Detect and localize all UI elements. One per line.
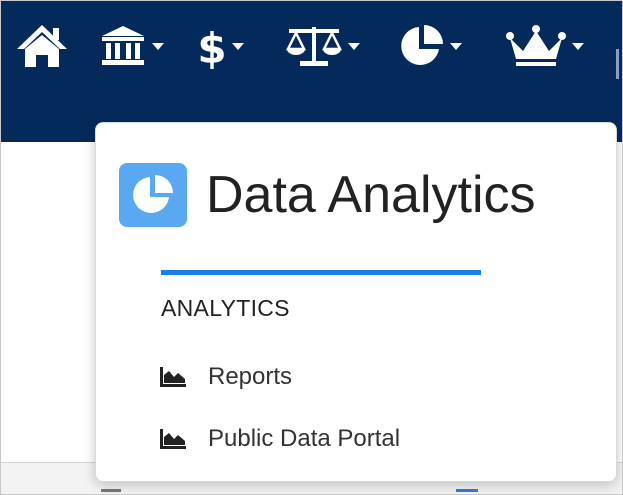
nav-legal[interactable]: [285, 21, 361, 71]
nav-data-analytics[interactable]: [399, 21, 463, 71]
area-chart-icon: [160, 429, 186, 449]
scales-icon: [285, 27, 343, 66]
link-reports[interactable]: Reports: [160, 361, 292, 393]
link-public-data-portal[interactable]: Public Data Portal: [160, 423, 400, 455]
data-analytics-dropdown: Data Analytics ANALYTICS Reports Public …: [95, 122, 617, 482]
content-fragment: [101, 489, 121, 492]
pie-chart-icon: [401, 25, 443, 65]
nav-home[interactable]: [15, 21, 69, 71]
dropdown-icon-tile: [119, 163, 187, 227]
chevron-down-icon: [348, 43, 360, 50]
nav-overflow-fragment: [616, 49, 619, 79]
nav-government[interactable]: [99, 21, 165, 71]
chevron-down-icon: [232, 43, 244, 50]
link-label: Public Data Portal: [208, 425, 401, 452]
dropdown-title: Data Analytics: [206, 166, 536, 224]
title-underline: [161, 270, 481, 275]
nav-leadership[interactable]: [505, 21, 585, 71]
link-label: Reports: [208, 363, 293, 390]
content-fragment: [456, 489, 478, 492]
svg-text:$: $: [197, 24, 226, 69]
pie-chart-icon: [133, 175, 173, 213]
chevron-down-icon: [152, 43, 164, 50]
area-chart-icon: [160, 367, 186, 387]
chevron-down-icon: [572, 43, 584, 50]
section-heading: ANALYTICS: [161, 295, 290, 321]
crown-icon: [506, 25, 566, 66]
home-icon: [17, 25, 67, 67]
nav-finance[interactable]: $: [197, 21, 245, 71]
browser-viewport: $ Data Analytics ANALYTICS Reports Publi…: [0, 0, 623, 495]
dollar-icon: $: [197, 24, 226, 69]
top-navbar: $: [1, 1, 622, 142]
government-building-icon: [102, 26, 144, 65]
chevron-down-icon: [450, 43, 462, 50]
